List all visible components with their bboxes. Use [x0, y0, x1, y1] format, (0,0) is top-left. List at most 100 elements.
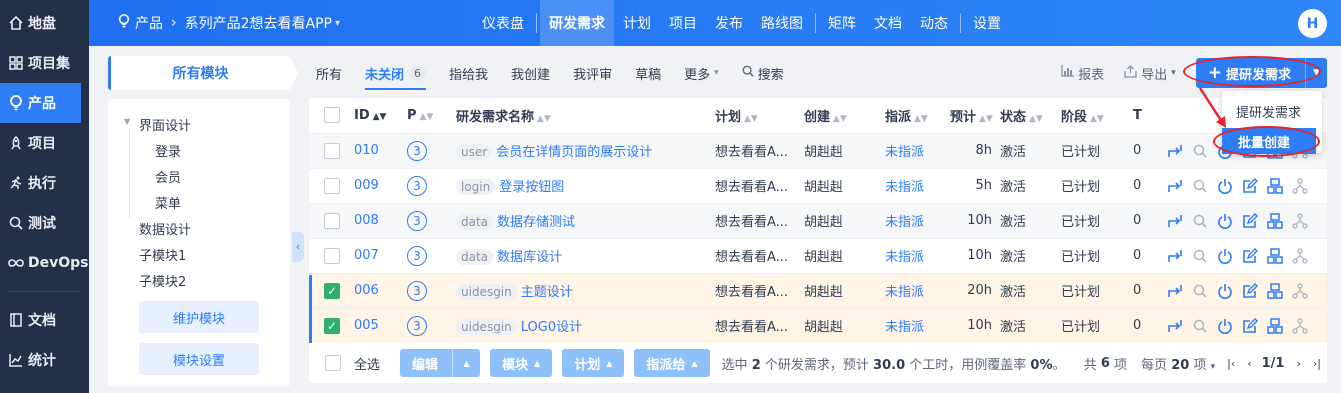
caret-up-icon[interactable]: ▲	[452, 349, 480, 377]
tab-settings[interactable]: 设置	[964, 0, 1010, 46]
decompose-icon[interactable]	[1266, 282, 1284, 300]
assignee-link[interactable]: 未指派	[885, 215, 924, 230]
tab-matrix[interactable]: 矩阵	[819, 0, 865, 46]
column-header-t[interactable]: T	[1133, 98, 1166, 134]
batch-assign-button[interactable]: 指派给 ▲	[634, 349, 710, 377]
tree-item[interactable]: 界面设计	[108, 111, 290, 137]
story-id-link[interactable]: 005	[354, 318, 379, 333]
close-story-icon[interactable]	[1216, 212, 1234, 230]
column-header-id[interactable]: ID ▲▼	[354, 98, 407, 134]
tree-item[interactable]: 子模块1	[108, 241, 290, 267]
batch-plan-button[interactable]: 计划 ▲	[562, 349, 625, 377]
assignee-link[interactable]: 未指派	[885, 250, 924, 265]
batch-module-button[interactable]: 模块 ▲	[490, 349, 553, 377]
search-toggle[interactable]: 搜索	[742, 56, 784, 90]
row-checkbox[interactable]	[324, 177, 340, 194]
row-checkbox[interactable]	[324, 212, 340, 229]
assignee-link[interactable]: 未指派	[885, 320, 924, 335]
prev-page-icon[interactable]: ‹	[1247, 357, 1251, 370]
column-header-status[interactable]: 状态 ▲▼	[1000, 98, 1061, 134]
column-header-plan[interactable]: 计划 ▲▼	[715, 98, 804, 134]
filter-reviewed-by-me[interactable]: 我评审	[573, 56, 612, 90]
create-story-main[interactable]: + 提研发需求	[1196, 63, 1305, 83]
decompose-icon[interactable]	[1266, 177, 1284, 195]
tab-project[interactable]: 项目	[660, 0, 706, 46]
row-checkbox[interactable]: ✓	[324, 282, 340, 299]
story-id-link[interactable]: 006	[354, 283, 379, 298]
menu-item-batch-create[interactable]: 批量创建	[1222, 128, 1316, 154]
close-story-icon[interactable]	[1216, 247, 1234, 265]
collapse-sidebar-handle[interactable]: ‹	[292, 232, 304, 262]
row-checkbox[interactable]	[324, 142, 340, 159]
export-button[interactable]: 导出 ▾	[1124, 64, 1176, 83]
column-header-title[interactable]: 研发需求名称 ▲▼	[456, 98, 715, 134]
assignee-link[interactable]: 未指派	[885, 145, 924, 160]
change-story-icon[interactable]	[1166, 282, 1184, 300]
tree-item[interactable]: 登录	[108, 137, 290, 163]
story-title-link[interactable]: LOG0设计	[521, 320, 582, 335]
tab-dashboard[interactable]: 仪表盘	[473, 0, 533, 46]
table-row[interactable]: 008 3 data 数据存储测试 想去看看A... 胡赳赳 未指派 10h 激活 已计划 0	[309, 203, 1327, 239]
nav-item-home[interactable]: 地盘	[0, 3, 89, 43]
row-checkbox[interactable]	[324, 247, 340, 264]
change-story-icon[interactable]	[1166, 247, 1184, 265]
filter-all[interactable]: 所有	[316, 56, 342, 90]
edit-icon[interactable]	[1241, 212, 1259, 230]
column-header-assignee[interactable]: 指派 ▲▼	[885, 98, 950, 134]
decompose-icon[interactable]	[1266, 247, 1284, 265]
header-checkbox[interactable]	[324, 107, 340, 124]
change-story-icon[interactable]	[1166, 142, 1184, 160]
module-settings-button[interactable]: 模块设置	[139, 343, 259, 375]
tab-plan[interactable]: 计划	[614, 0, 660, 46]
row-checkbox[interactable]: ✓	[324, 317, 340, 334]
change-story-icon[interactable]	[1166, 177, 1184, 195]
caret-down-icon[interactable]: ▼	[124, 117, 130, 126]
table-row[interactable]: 007 3 data 数据库设计 想去看看A... 胡赳赳 未指派 10h 激活 已计划 0	[309, 238, 1327, 274]
all-modules-title[interactable]: 所有模块	[108, 56, 290, 90]
column-header-creator[interactable]: 创建 ▲▼	[804, 98, 885, 134]
close-story-icon[interactable]	[1216, 177, 1234, 195]
filter-draft[interactable]: 草稿	[635, 56, 661, 90]
assignee-link[interactable]: 未指派	[885, 285, 924, 300]
nav-item-project[interactable]: 项目	[0, 123, 89, 163]
filter-assigned-to-me[interactable]: 指给我	[449, 56, 488, 90]
table-row[interactable]: 009 3 login 登录按钮图 想去看看A... 胡赳赳 未指派 5h 激活 已计划 0	[309, 168, 1327, 204]
story-title-link[interactable]: 数据存储测试	[497, 215, 575, 230]
close-story-icon[interactable]	[1216, 282, 1234, 300]
story-id-link[interactable]: 010	[354, 143, 379, 158]
batch-edit-button[interactable]: 编辑 ▲	[400, 349, 481, 377]
tab-roadmap[interactable]: 路线图	[752, 0, 812, 46]
edit-icon[interactable]	[1241, 247, 1259, 265]
tree-item[interactable]: 子模块2	[108, 267, 290, 293]
column-header-priority[interactable]: P ▲▼	[407, 98, 456, 134]
assignee-link[interactable]: 未指派	[885, 180, 924, 195]
first-page-icon[interactable]: |‹	[1227, 357, 1235, 370]
nav-item-devops[interactable]: DevOps	[0, 243, 89, 283]
create-story-button[interactable]: + 提研发需求 ▼	[1195, 58, 1327, 88]
table-row[interactable]: ✓ 006 3 uidesgin 主题设计 想去看看A... 胡赳赳 未指派 20h 激活 已计划 0	[309, 273, 1327, 309]
nav-item-program[interactable]: 项目集	[0, 43, 89, 83]
edit-icon[interactable]	[1241, 282, 1259, 300]
product-switcher[interactable]: 系列产品2想去看看APP	[185, 13, 332, 33]
change-story-icon[interactable]	[1166, 212, 1184, 230]
close-story-icon[interactable]	[1216, 317, 1234, 335]
tab-doc[interactable]: 文档	[865, 0, 911, 46]
column-header-estimate[interactable]: 预计 ▲▼	[950, 98, 1000, 134]
filter-more[interactable]: 更多 ▾	[684, 56, 719, 90]
per-page-selector[interactable]: 每页 20 项 ▾	[1141, 354, 1215, 373]
maintain-modules-button[interactable]: 维护模块	[139, 301, 259, 333]
story-id-link[interactable]: 009	[354, 178, 379, 193]
change-story-icon[interactable]	[1166, 317, 1184, 335]
select-all-label[interactable]: 全选	[354, 354, 380, 373]
create-story-dropdown-toggle[interactable]: ▼	[1305, 58, 1327, 88]
nav-item-stats[interactable]: 统计	[0, 340, 89, 380]
decompose-icon[interactable]	[1266, 212, 1284, 230]
tree-item[interactable]: 菜单	[108, 189, 290, 215]
story-title-link[interactable]: 主题设计	[521, 285, 573, 300]
filter-created-by-me[interactable]: 我创建	[511, 56, 550, 90]
next-page-icon[interactable]: ›	[1296, 357, 1300, 370]
nav-item-test[interactable]: 测试	[0, 203, 89, 243]
filter-unclosed[interactable]: 未关闭 6	[365, 56, 427, 90]
decompose-icon[interactable]	[1266, 317, 1284, 335]
menu-item-create-story[interactable]: 提研发需求	[1222, 98, 1322, 124]
